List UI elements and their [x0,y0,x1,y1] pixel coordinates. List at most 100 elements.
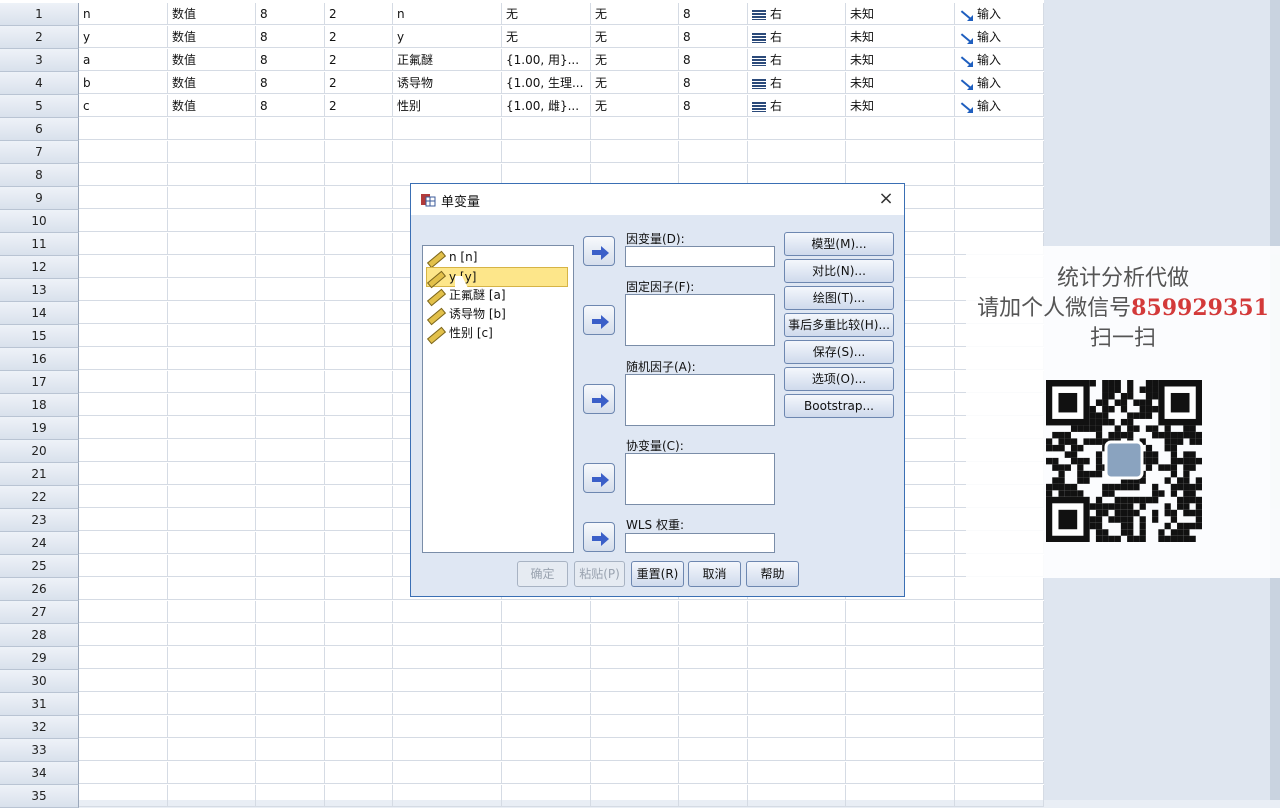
cell-width[interactable] [256,624,325,646]
cell-values[interactable] [502,118,591,140]
cell-columns[interactable] [679,141,748,163]
cell-decimals[interactable] [325,256,393,278]
cell-decimals[interactable] [325,486,393,508]
cell-width[interactable] [256,371,325,393]
cell-align[interactable] [748,670,846,692]
cell-columns[interactable]: 8 [679,72,748,94]
cell-name[interactable] [79,302,168,324]
row-number[interactable]: 8 [0,164,79,187]
row-number[interactable]: 6 [0,118,79,141]
cell-decimals[interactable] [325,371,393,393]
cell-type[interactable] [168,279,256,301]
cell-label[interactable] [393,762,502,784]
variable-item[interactable]: n [n] [427,248,477,266]
cell-width[interactable] [256,463,325,485]
cell-type[interactable] [168,762,256,784]
cell-missing[interactable]: 无 [591,95,679,117]
cell-type[interactable] [168,555,256,577]
row-number[interactable]: 31 [0,693,79,716]
cell-type[interactable] [168,647,256,669]
cell-missing[interactable] [591,739,679,761]
cell-name[interactable] [79,509,168,531]
cell-measure[interactable] [846,693,955,715]
cell-measure[interactable] [846,141,955,163]
cell-decimals[interactable] [325,785,393,807]
cell-role[interactable] [955,624,1044,646]
cell-align[interactable] [748,716,846,738]
row-number[interactable]: 27 [0,601,79,624]
row-number[interactable]: 21 [0,463,79,486]
cell-missing[interactable] [591,118,679,140]
move-to-dependent-button[interactable] [583,236,615,266]
cell-width[interactable] [256,739,325,761]
cell-name[interactable] [79,325,168,347]
cell-name[interactable] [79,440,168,462]
cell-label[interactable]: n [393,3,502,25]
wls-weight-field[interactable] [625,533,775,553]
row-number[interactable]: 20 [0,440,79,463]
cell-measure[interactable] [846,762,955,784]
cell-type[interactable] [168,693,256,715]
cell-name[interactable] [79,417,168,439]
cell-width[interactable] [256,118,325,140]
cell-width[interactable]: 8 [256,72,325,94]
cell-type[interactable] [168,118,256,140]
row-number[interactable]: 18 [0,394,79,417]
cell-width[interactable] [256,670,325,692]
cell-name[interactable] [79,164,168,186]
cell-name[interactable] [79,555,168,577]
cancel-button[interactable]: 取消 [688,561,741,587]
cell-measure[interactable] [846,716,955,738]
cell-width[interactable] [256,555,325,577]
cell-role[interactable] [955,141,1044,163]
cell-role[interactable] [955,578,1044,600]
cell-role[interactable] [955,739,1044,761]
cell-name[interactable] [79,256,168,278]
cell-values[interactable]: {1.00, 生理... [502,72,591,94]
cell-label[interactable] [393,716,502,738]
cell-columns[interactable] [679,670,748,692]
cell-columns[interactable] [679,601,748,623]
cell-missing[interactable] [591,601,679,623]
cell-type[interactable]: 数值 [168,26,256,48]
contrasts-button[interactable]: 对比(N)... [784,259,894,283]
cell-role[interactable] [955,693,1044,715]
row-number[interactable]: 13 [0,279,79,302]
cell-missing[interactable]: 无 [591,72,679,94]
plots-button[interactable]: 绘图(T)... [784,286,894,310]
row-number[interactable]: 26 [0,578,79,601]
cell-values[interactable] [502,693,591,715]
cell-missing[interactable] [591,716,679,738]
cell-role[interactable] [955,118,1044,140]
cell-name[interactable] [79,371,168,393]
cell-values[interactable] [502,716,591,738]
cell-missing[interactable] [591,785,679,807]
cell-decimals[interactable] [325,601,393,623]
row-number[interactable]: 7 [0,141,79,164]
cell-width[interactable] [256,348,325,370]
cell-type[interactable] [168,394,256,416]
cell-values[interactable] [502,647,591,669]
dependent-field[interactable] [625,246,775,267]
cell-type[interactable] [168,785,256,807]
cell-measure[interactable]: 未知 [846,95,955,117]
row-number[interactable]: 10 [0,210,79,233]
cell-name[interactable] [79,693,168,715]
cell-values[interactable] [502,739,591,761]
cell-type[interactable]: 数值 [168,72,256,94]
cell-decimals[interactable] [325,279,393,301]
cell-role[interactable]: 输入 [955,72,1044,94]
cell-align[interactable]: 右 [748,26,846,48]
cell-values[interactable] [502,601,591,623]
cell-values[interactable] [502,141,591,163]
row-number[interactable]: 29 [0,647,79,670]
cell-decimals[interactable] [325,440,393,462]
cell-role[interactable]: 输入 [955,95,1044,117]
cell-decimals[interactable] [325,762,393,784]
cell-decimals[interactable] [325,394,393,416]
cell-role[interactable] [955,187,1044,209]
cell-label[interactable] [393,739,502,761]
row-number[interactable]: 30 [0,670,79,693]
cell-align[interactable] [748,118,846,140]
cell-decimals[interactable] [325,302,393,324]
